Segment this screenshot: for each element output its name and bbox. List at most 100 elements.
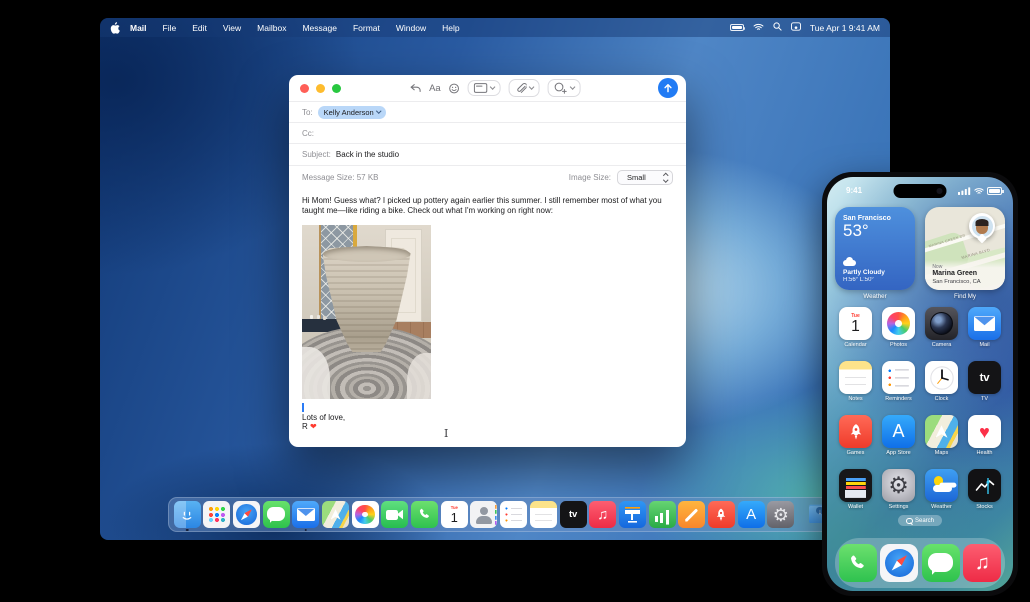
emoji-icon[interactable] bbox=[449, 83, 460, 94]
dock-item-finder[interactable] bbox=[173, 501, 201, 528]
menu-item-help[interactable]: Help bbox=[434, 23, 467, 33]
dock-item-maps[interactable] bbox=[321, 501, 350, 528]
menu-item-view[interactable]: View bbox=[215, 23, 249, 33]
cc-label: Cc: bbox=[302, 128, 314, 138]
control-center-icon[interactable] bbox=[790, 22, 801, 33]
dock-item-messages[interactable] bbox=[262, 501, 290, 528]
clock-app-icon bbox=[925, 361, 958, 394]
insert-photo-button[interactable] bbox=[547, 79, 581, 97]
chevron-down-icon bbox=[569, 84, 576, 90]
undo-icon[interactable] bbox=[408, 83, 421, 94]
weather-widget[interactable]: San Francisco 53° Partly Cloudy H:56° L:… bbox=[835, 207, 916, 290]
dock-item-games[interactable] bbox=[707, 501, 735, 528]
battery-icon bbox=[987, 187, 1004, 195]
to-label: To: bbox=[302, 107, 313, 117]
person-location-pin bbox=[969, 213, 995, 239]
weather-temperature: 53° bbox=[843, 221, 869, 240]
phone-app-notes[interactable]: Notes bbox=[835, 361, 877, 402]
find-my-widget-caption: Find My bbox=[953, 293, 976, 300]
phone-app-app-store[interactable]: A App Store bbox=[878, 415, 920, 456]
phone-app-settings[interactable]: Settings bbox=[878, 469, 920, 510]
wifi-icon[interactable] bbox=[753, 23, 764, 33]
menu-bar: Mail File Edit View Mailbox Message Form… bbox=[100, 18, 890, 37]
menu-item-edit[interactable]: Edit bbox=[184, 23, 215, 33]
image-size-select[interactable]: Small bbox=[617, 170, 673, 185]
menu-bar-clock[interactable]: Tue Apr 1 9:41 AM bbox=[810, 23, 880, 33]
dock-item-phone[interactable] bbox=[411, 501, 439, 528]
menu-item-message[interactable]: Message bbox=[294, 23, 345, 33]
find-my-widget[interactable]: MARINA GREEN DR MARINA BLVD Now Marina G… bbox=[925, 207, 1005, 290]
pages-icon bbox=[678, 501, 706, 528]
pottery-photo-attachment[interactable] bbox=[302, 225, 431, 399]
app-label: Calendar bbox=[844, 342, 867, 348]
dock-item-contacts[interactable] bbox=[470, 501, 498, 528]
phone-app-tv[interactable]: tv TV bbox=[964, 361, 1006, 402]
dock-item-safari[interactable] bbox=[232, 501, 260, 528]
calendar-icon: Tue 1 bbox=[440, 501, 468, 528]
menu-bar-status: Tue Apr 1 9:41 AM bbox=[729, 22, 880, 33]
battery-icon[interactable] bbox=[729, 24, 746, 31]
dock-item-keynote[interactable] bbox=[618, 501, 646, 528]
phone-app-weather[interactable]: Weather bbox=[921, 469, 963, 510]
phone-app-health[interactable]: Health bbox=[964, 415, 1006, 456]
message-body[interactable]: Hi Mom! Guess what? I picked up pottery … bbox=[289, 189, 686, 447]
menu-item-mail[interactable]: Mail bbox=[122, 23, 155, 33]
dock-item-launchpad[interactable] bbox=[203, 501, 231, 528]
phone-app-reminders[interactable]: Reminders bbox=[878, 361, 920, 402]
phone-app-games[interactable]: Games bbox=[835, 415, 877, 456]
notes-app-icon bbox=[839, 361, 872, 394]
menu-item-window[interactable]: Window bbox=[388, 23, 434, 33]
apple-menu-icon[interactable] bbox=[110, 21, 120, 34]
body-paragraph: Hi Mom! Guess what? I picked up pottery … bbox=[302, 196, 662, 215]
phone-app-camera[interactable]: Camera bbox=[921, 307, 963, 348]
messages-icon bbox=[262, 501, 290, 528]
dock-item-numbers[interactable] bbox=[648, 501, 676, 528]
format-button[interactable]: Aa bbox=[429, 83, 441, 94]
memoji-avatar bbox=[971, 215, 993, 237]
dock-item-app-store[interactable]: A bbox=[737, 501, 765, 528]
minimize-window-button[interactable] bbox=[316, 83, 325, 93]
header-style-button[interactable] bbox=[467, 80, 501, 96]
dock-item-mail[interactable] bbox=[292, 501, 320, 528]
stepper-icon bbox=[662, 172, 668, 183]
attach-file-button[interactable] bbox=[508, 79, 540, 97]
reminders-icon bbox=[500, 501, 528, 528]
dock-item-photos[interactable] bbox=[351, 501, 379, 528]
stocks-app-icon bbox=[968, 469, 1001, 502]
dock-item-facetime[interactable] bbox=[381, 501, 409, 528]
phone-app-maps[interactable]: Maps bbox=[921, 415, 963, 456]
home-search-pill[interactable]: Search bbox=[897, 515, 943, 526]
subject-field[interactable]: Subject: Back in the studio bbox=[289, 143, 686, 165]
dock-item-notes[interactable] bbox=[529, 501, 557, 528]
dock-item-pages[interactable] bbox=[678, 501, 706, 528]
to-field[interactable]: To: Kelly Anderson bbox=[289, 101, 686, 122]
phone-app-clock[interactable]: Clock bbox=[921, 361, 963, 402]
phone-dock-icon[interactable] bbox=[838, 544, 877, 582]
send-button[interactable] bbox=[658, 78, 678, 98]
safari-dock-icon[interactable] bbox=[880, 544, 919, 582]
tv-logo-text: tv bbox=[568, 509, 578, 520]
widget-captions: Weather Find My bbox=[835, 293, 1005, 300]
dock-item-music[interactable] bbox=[589, 501, 617, 528]
phone-app-wallet[interactable]: Wallet bbox=[835, 469, 877, 510]
dock-item-system-settings[interactable] bbox=[767, 501, 795, 528]
close-window-button[interactable] bbox=[300, 83, 309, 93]
phone-app-mail[interactable]: Mail bbox=[964, 307, 1006, 348]
messages-dock-icon[interactable] bbox=[921, 544, 960, 582]
desktop-stage: Mail File Edit View Mailbox Message Form… bbox=[0, 0, 1030, 602]
menu-item-file[interactable]: File bbox=[155, 23, 185, 33]
music-dock-icon[interactable] bbox=[963, 544, 1002, 582]
recipient-token[interactable]: Kelly Anderson bbox=[317, 105, 387, 119]
dock-item-calendar[interactable]: Tue 1 bbox=[440, 501, 468, 528]
cc-field[interactable]: Cc: bbox=[289, 122, 686, 143]
dock-item-tv[interactable]: tv bbox=[559, 501, 587, 528]
menu-item-format[interactable]: Format bbox=[345, 23, 388, 33]
spotlight-search-icon[interactable] bbox=[773, 22, 782, 33]
dock-item-reminders[interactable] bbox=[500, 501, 528, 528]
app-label: Weather bbox=[931, 504, 952, 510]
zoom-window-button[interactable] bbox=[332, 83, 341, 93]
phone-app-stocks[interactable]: Stocks bbox=[964, 469, 1006, 510]
menu-item-mailbox[interactable]: Mailbox bbox=[249, 23, 294, 33]
phone-app-calendar[interactable]: Tue 1 Calendar bbox=[835, 307, 877, 348]
phone-app-photos[interactable]: Photos bbox=[878, 307, 920, 348]
